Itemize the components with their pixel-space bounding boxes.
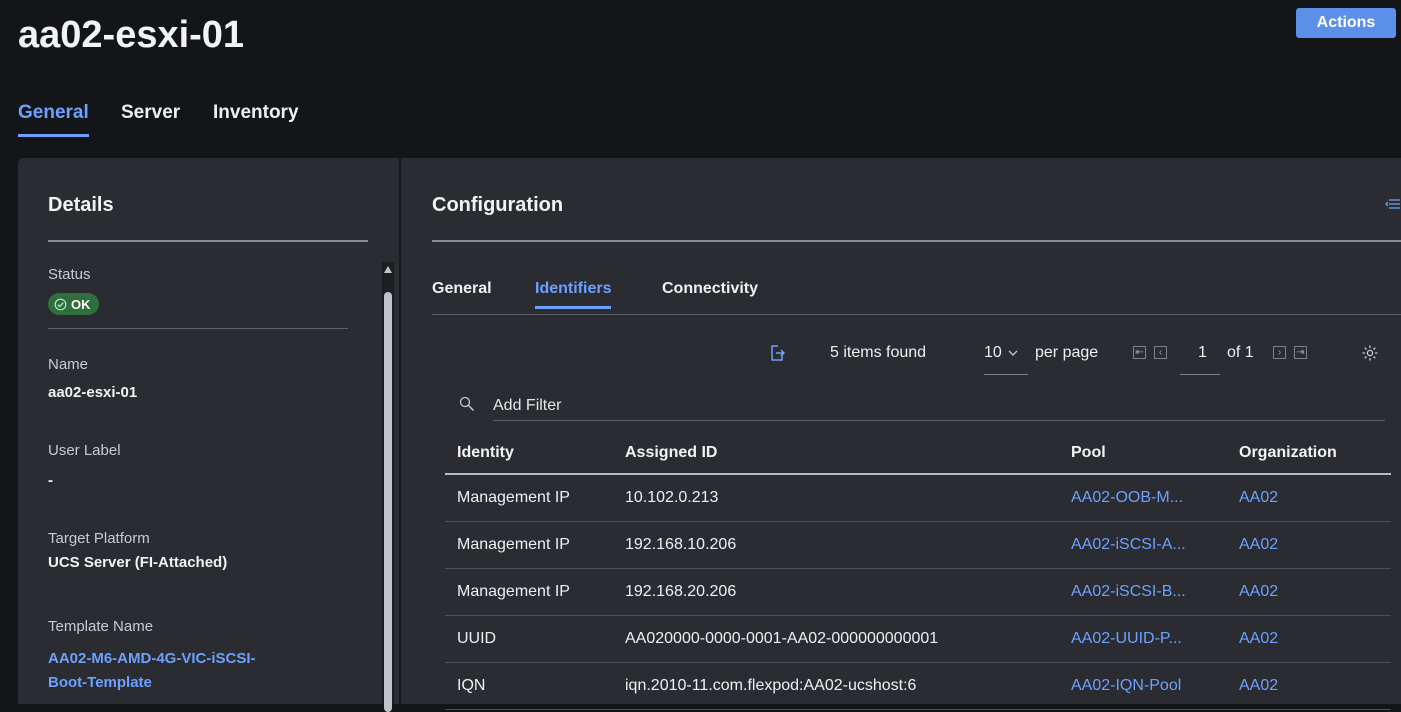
organization-link[interactable]: AA02 xyxy=(1227,521,1391,569)
organization-link[interactable]: AA02 xyxy=(1227,662,1391,710)
table-row[interactable]: UUID AA020000-0000-0001-AA02-00000000000… xyxy=(445,615,1391,663)
configuration-divider xyxy=(432,240,1401,242)
column-header-assigned-id[interactable]: Assigned ID xyxy=(613,432,1059,475)
subtab-identifiers[interactable]: Identifiers xyxy=(535,280,612,309)
filter-input[interactable] xyxy=(493,392,1385,421)
pool-link[interactable]: AA02-UUID-P... xyxy=(1059,615,1227,663)
status-value: OK xyxy=(71,296,91,312)
template-name-link-cont[interactable]: Boot-Template xyxy=(48,674,152,691)
organization-link[interactable]: AA02 xyxy=(1227,568,1391,616)
page-input-underline xyxy=(1180,374,1220,375)
column-header-identity[interactable]: Identity xyxy=(445,432,613,475)
identity-cell: Management IP xyxy=(445,474,613,522)
pool-link[interactable]: AA02-iSCSI-A... xyxy=(1059,521,1227,569)
per-page-underline xyxy=(984,374,1028,375)
per-page-select[interactable]: 10 xyxy=(984,344,1028,376)
name-label: Name xyxy=(48,356,89,373)
template-name-label: Template Name xyxy=(48,618,154,635)
identity-cell: UUID xyxy=(445,615,613,663)
table-row[interactable]: Management IP 192.168.20.206 AA02-iSCSI-… xyxy=(445,568,1391,616)
assigned-id-cell: 192.168.20.206 xyxy=(613,568,1059,616)
configuration-title: Configuration xyxy=(432,194,564,216)
first-page-icon[interactable]: ⇤ xyxy=(1133,346,1146,359)
user-label-value: - xyxy=(48,472,53,489)
template-name-link[interactable]: AA02-M6-AMD-4G-VIC-iSCSI- xyxy=(48,650,256,667)
subtab-divider xyxy=(432,314,1401,315)
tab-general[interactable]: General xyxy=(18,102,89,137)
tab-inventory[interactable]: Inventory xyxy=(213,102,299,124)
assigned-id-cell: 10.102.0.213 xyxy=(613,474,1059,522)
scroll-up-icon[interactable] xyxy=(384,266,392,273)
assigned-id-cell: 192.168.10.206 xyxy=(613,521,1059,569)
user-label-label: User Label xyxy=(48,442,121,459)
details-divider xyxy=(48,240,368,242)
filter-bar xyxy=(459,392,1385,422)
per-page-value: 10 xyxy=(984,344,1002,361)
details-title: Details xyxy=(48,194,114,216)
export-icon[interactable] xyxy=(769,344,786,367)
scrollbar-thumb[interactable] xyxy=(384,292,392,712)
column-header-organization[interactable]: Organization xyxy=(1227,432,1391,475)
organization-link[interactable]: AA02 xyxy=(1227,615,1391,663)
items-found-count: 5 items found xyxy=(830,344,927,361)
table-row[interactable]: IQN iqn.2010-11.com.flexpod:AA02-ucshost… xyxy=(445,662,1391,710)
organization-link[interactable]: AA02 xyxy=(1227,474,1391,522)
page-of-total: of 1 xyxy=(1227,344,1254,361)
target-platform-value: UCS Server (FI-Attached) xyxy=(48,554,228,571)
identity-cell: Management IP xyxy=(445,568,613,616)
page-header: aa02-esxi-01 Actions General Server Inve… xyxy=(0,0,1401,158)
assigned-id-cell: iqn.2010-11.com.flexpod:AA02-ucshost:6 xyxy=(613,662,1059,710)
prev-page-icon[interactable]: ‹ xyxy=(1154,346,1167,359)
status-label: Status xyxy=(48,266,91,283)
check-circle-icon xyxy=(54,298,67,311)
tab-server[interactable]: Server xyxy=(121,102,180,124)
table-row[interactable]: Management IP 192.168.10.206 AA02-iSCSI-… xyxy=(445,521,1391,569)
table-row[interactable]: Management IP 10.102.0.213 AA02-OOB-M...… xyxy=(445,474,1391,522)
page-number-input[interactable]: 1 xyxy=(1180,344,1220,376)
pool-link[interactable]: AA02-OOB-M... xyxy=(1059,474,1227,522)
identity-cell: Management IP xyxy=(445,521,613,569)
identifiers-table: Identity Assigned ID Pool Organization M… xyxy=(445,432,1391,710)
subtab-general[interactable]: General xyxy=(432,280,492,298)
search-icon xyxy=(459,396,475,417)
page-title: aa02-esxi-01 xyxy=(18,14,245,56)
column-header-pool[interactable]: Pool xyxy=(1059,432,1227,475)
gear-icon[interactable] xyxy=(1361,344,1379,367)
configuration-panel: Configuration General Identifiers Connec… xyxy=(401,158,1401,710)
details-panel: Details Status OK Name aa02-esxi-01 User… xyxy=(18,158,399,712)
identity-cell: IQN xyxy=(445,662,613,710)
pool-link[interactable]: AA02-iSCSI-B... xyxy=(1059,568,1227,616)
last-page-icon[interactable]: ⇥ xyxy=(1294,346,1307,359)
collapse-panel-icon[interactable] xyxy=(1385,196,1401,217)
status-divider xyxy=(48,328,348,329)
name-value: aa02-esxi-01 xyxy=(48,384,138,401)
subtab-connectivity[interactable]: Connectivity xyxy=(662,280,758,298)
per-page-label: per page xyxy=(1035,344,1099,361)
details-scrollbar[interactable] xyxy=(382,262,394,712)
next-page-icon[interactable]: › xyxy=(1273,346,1286,359)
chevron-down-icon xyxy=(1008,346,1018,364)
pool-link[interactable]: AA02-IQN-Pool xyxy=(1059,662,1227,710)
assigned-id-cell: AA020000-0000-0001-AA02-000000000001 xyxy=(613,615,1059,663)
status-badge: OK xyxy=(48,293,99,315)
actions-button[interactable]: Actions xyxy=(1296,8,1396,38)
target-platform-label: Target Platform xyxy=(48,530,150,547)
table-header-row: Identity Assigned ID Pool Organization xyxy=(445,432,1391,475)
page-current: 1 xyxy=(1198,344,1207,361)
